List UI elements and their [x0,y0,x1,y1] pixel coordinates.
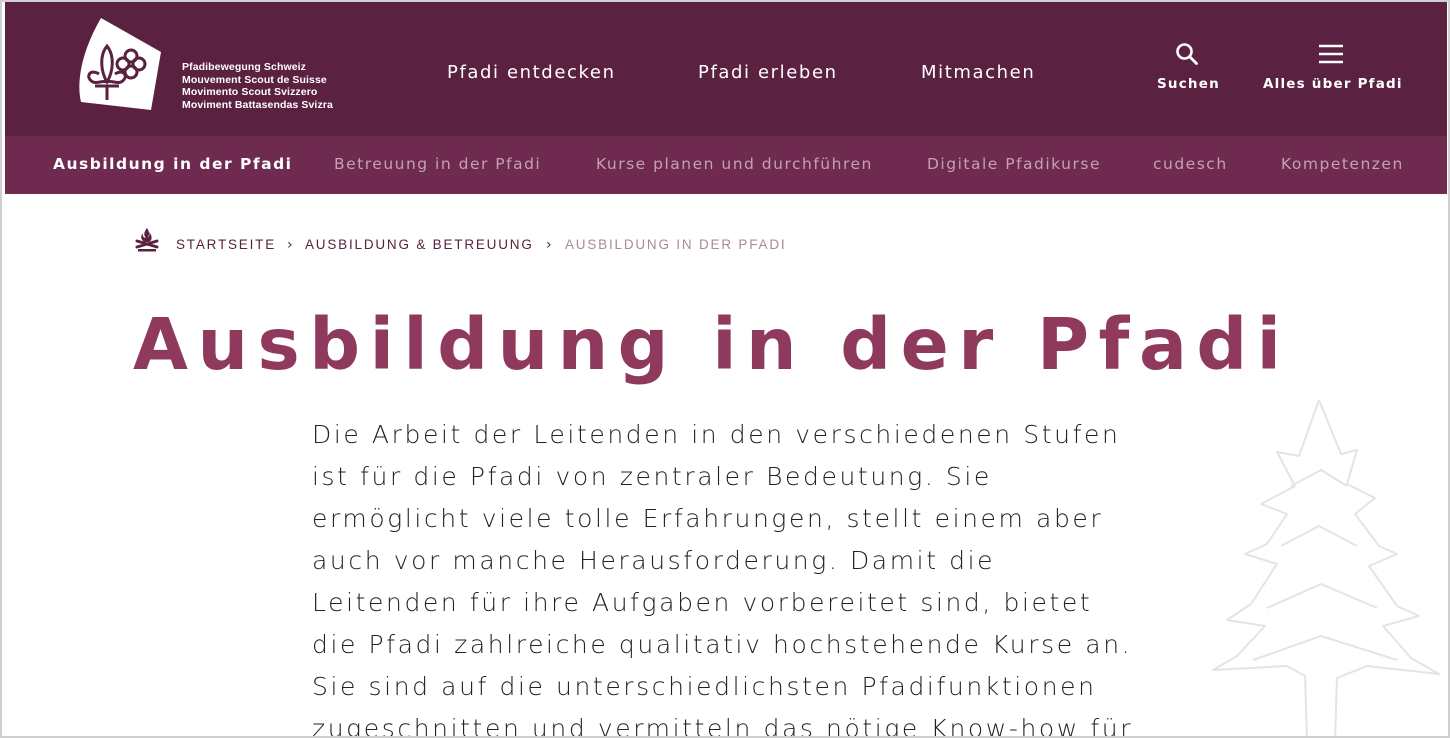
intro-line: zugeschnitten und vermitteln das nötige … [312,714,1134,738]
search-button[interactable]: Suchen [1157,36,1220,92]
sub-nav: Ausbildung in der Pfadi Betreuung in der… [5,136,1447,194]
sub-nav-item-kurse[interactable]: Kurse planen und durchführen [596,155,873,173]
intro-line: Leitenden für ihre Aufgaben vorbereitet … [312,588,1093,617]
scout-lily-logo-icon [79,18,161,110]
intro-line: auch vor manche Herausforderung. Damit d… [312,546,996,575]
intro-line: Die Arbeit der Leitenden in den verschie… [312,420,1121,449]
main-nav-item-mitmachen[interactable]: Mitmachen [921,62,1035,83]
page: Pfadibewegung Schweiz Mouvement Scout de… [0,0,1450,738]
page-title: Ausbildung in der Pfadi [133,303,1291,386]
sub-nav-item-cudesch[interactable]: cudesch [1153,155,1228,173]
sub-nav-item-digitale-kurse[interactable]: Digitale Pfadikurse [927,155,1101,173]
tree-outline-icon [1212,399,1440,736]
menu-button[interactable]: Alles über Pfadi [1263,36,1403,92]
main-nav-item-erleben[interactable]: Pfadi erleben [698,62,838,83]
breadcrumb-current: AUSBILDUNG IN DER PFADI [565,237,787,252]
campfire-icon[interactable] [135,227,159,253]
chevron-right-icon: › [546,237,552,253]
sub-nav-item-betreuung[interactable]: Betreuung in der Pfadi [334,155,541,173]
intro-line: Sie sind auf die unterschiedlichsten Pfa… [312,672,1097,701]
main-nav-item-entdecken[interactable]: Pfadi entdecken [447,62,616,83]
hamburger-icon [1319,44,1343,64]
chevron-right-icon: › [287,237,293,253]
brand-line: Movimento Scout Svizzero [182,86,318,99]
brand-line: Mouvement Scout de Suisse [182,73,327,86]
menu-label: Alles über Pfadi [1263,76,1403,92]
brand-line: Moviment Battasendas Svizra [182,98,333,111]
brand-text: Pfadibewegung Schweiz Mouvement Scout de… [182,61,333,111]
intro-line: ermöglicht viele tolle Erfahrungen, stel… [312,504,1104,533]
intro-paragraph: Die Arbeit der Leitenden in den verschie… [312,414,1152,738]
sub-nav-item-ausbildung[interactable]: Ausbildung in der Pfadi [53,155,293,173]
brand-line: Pfadibewegung Schweiz [182,61,307,73]
site-header: Pfadibewegung Schweiz Mouvement Scout de… [5,2,1447,136]
intro-line: die Pfadi zahlreiche qualitativ hochsteh… [312,630,1133,659]
scout-logo[interactable] [77,16,167,112]
breadcrumb-home[interactable]: STARTSEITE [176,237,276,252]
breadcrumb-ausbildung-betreuung[interactable]: AUSBILDUNG & BETREUUNG [305,237,534,252]
search-icon [1176,43,1198,65]
search-label: Suchen [1157,76,1220,92]
sub-nav-item-kompetenzen[interactable]: Kompetenzen [1281,155,1404,173]
intro-line: ist für die Pfadi von zentraler Bedeutun… [312,462,992,491]
